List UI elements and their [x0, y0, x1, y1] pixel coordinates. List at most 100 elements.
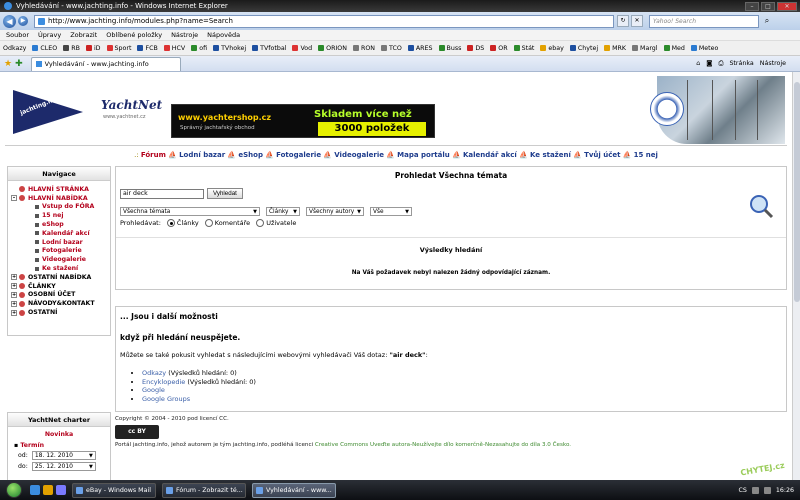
link-item[interactable]: TVhokej	[213, 45, 246, 52]
taskbar-forum[interactable]: Fórum - Zobrazit té...	[162, 482, 246, 498]
topnav-item[interactable]: Ke stažení	[530, 151, 571, 159]
feeds-icon[interactable]: ◙	[706, 60, 712, 67]
link-item[interactable]: Med	[663, 45, 685, 52]
link-item[interactable]: RON	[352, 45, 375, 52]
sidebar-item[interactable]: eShop	[11, 220, 107, 229]
engine-link[interactable]: Google	[142, 386, 165, 394]
taskbar-search[interactable]: Vyhledávání - www...	[252, 482, 336, 498]
topnav-item[interactable]: Kalendář akcí	[463, 151, 517, 159]
menu-favorites[interactable]: Oblíbené položky	[106, 31, 162, 39]
link-item[interactable]: iD	[85, 45, 101, 52]
engine-link[interactable]: Encyklopedie	[142, 378, 185, 386]
address-bar[interactable]: http://www.jachting.info/modules.php?nam…	[34, 14, 614, 28]
link-item[interactable]: Meteo	[690, 45, 718, 52]
taskbar-mail[interactable]: eBay - Windows Mail	[72, 482, 156, 498]
radio-comments[interactable]	[204, 219, 213, 227]
sidebar-item[interactable]: + OSTATNÍ	[11, 308, 107, 317]
search-submit-button[interactable]: Vyhledat	[207, 188, 243, 199]
sidebar-item[interactable]: Videogalerie	[11, 255, 107, 264]
link-item[interactable]: Stát	[513, 45, 534, 52]
topnav-item[interactable]: Videogalerie	[334, 151, 384, 159]
sidebar-item[interactable]: Lodní bazar	[11, 238, 107, 247]
sidebar-item[interactable]: HLAVNÍ STRÁNKA	[11, 185, 107, 194]
topnav-item[interactable]: Mapa portálu	[397, 151, 450, 159]
tools-menu[interactable]: Nástroje	[760, 60, 786, 67]
maximize-button[interactable]: □	[761, 1, 775, 11]
sidebar-item[interactable]: – HLAVNÍ NABÍDKA	[11, 194, 107, 203]
menu-file[interactable]: Soubor	[6, 31, 29, 39]
expand-toggle-icon[interactable]: +	[11, 291, 17, 298]
link-item[interactable]: CLEO	[32, 45, 57, 52]
topnav-item[interactable]: Fórum	[141, 151, 166, 159]
expand-toggle-icon[interactable]: +	[11, 283, 17, 290]
quicklaunch-ie-icon[interactable]	[30, 485, 40, 495]
sidebar-item[interactable]: + NÁVODY&KONTAKT	[11, 299, 107, 308]
page-menu[interactable]: Stránka	[729, 60, 753, 67]
menu-tools[interactable]: Nástroje	[171, 31, 198, 39]
close-button[interactable]: ✕	[777, 1, 797, 11]
back-button[interactable]: ◀	[3, 14, 16, 28]
date-select[interactable]: Vše ▼	[370, 207, 412, 216]
link-item[interactable]: ARES	[407, 45, 433, 52]
topnav-item[interactable]: 15 nej	[634, 151, 658, 159]
quicklaunch-desktop-icon[interactable]	[56, 485, 66, 495]
add-favorite-icon[interactable]: ✚	[15, 59, 23, 69]
topic-select[interactable]: Všechna témata ▼	[120, 207, 260, 216]
site-logo[interactable]: YachtNet	[101, 98, 162, 112]
expand-toggle-icon[interactable]: –	[11, 195, 17, 202]
link-item[interactable]: HCV	[163, 45, 185, 52]
forward-button[interactable]: ▶	[18, 16, 28, 26]
link-item[interactable]: TVfotbal	[252, 45, 286, 52]
engine-link[interactable]: Google Groups	[142, 395, 190, 403]
sidebar-item[interactable]: Fotogalerie	[11, 247, 107, 256]
radio-articles[interactable]	[166, 219, 175, 227]
link-item[interactable]: ebay	[540, 45, 564, 52]
minimize-button[interactable]: –	[745, 1, 759, 11]
sidebar-item[interactable]: Ke stažení	[11, 264, 107, 273]
favorites-star-icon[interactable]: ★	[4, 59, 12, 69]
link-item[interactable]: Sport	[106, 45, 131, 52]
link-item[interactable]: Buss	[438, 45, 461, 52]
search-icon[interactable]: ⌕	[761, 15, 773, 27]
link-item[interactable]: Vod	[292, 45, 312, 52]
sidebar-item[interactable]: 15 nej	[11, 211, 107, 220]
author-select[interactable]: Všechny autory ▼	[306, 207, 364, 216]
link-item[interactable]: RB	[63, 45, 80, 52]
topnav-item[interactable]: Tvůj účet	[584, 151, 620, 159]
scrollbar-thumb[interactable]	[794, 82, 800, 302]
search-query-input[interactable]	[120, 188, 204, 199]
link-item[interactable]: TCO	[381, 45, 402, 52]
tab-search[interactable]: Vyhledávání - www.jachting.info	[30, 56, 181, 71]
sidebar-item[interactable]: Kalendář akcí	[11, 229, 107, 238]
expand-toggle-icon[interactable]: +	[11, 309, 17, 316]
topnav-item[interactable]: eShop	[238, 151, 263, 159]
type-select[interactable]: Články ▼	[266, 207, 300, 216]
menu-help[interactable]: Nápověda	[207, 31, 240, 39]
print-icon[interactable]: ⎙	[718, 60, 723, 68]
topnav-item[interactable]: Lodní bazar	[179, 151, 225, 159]
charter-to-select[interactable]: 25. 12. 2010 ▼	[31, 462, 96, 471]
start-button[interactable]	[6, 482, 22, 498]
charter-from-select[interactable]: 18. 12. 2010 ▼	[31, 451, 96, 460]
sidebar-item[interactable]: + ČLÁNKY	[11, 282, 107, 291]
menu-edit[interactable]: Úpravy	[38, 31, 61, 39]
refresh-icon[interactable]: ↻	[617, 15, 629, 27]
engine-link[interactable]: Odkazy	[142, 369, 166, 377]
cc-license-badge[interactable]: cc BY	[115, 425, 159, 439]
sidebar-item[interactable]: + OSTATNÍ NABÍDKA	[11, 273, 107, 282]
footer-license-link[interactable]: Creative Commons Uveďte autora-Neužívejt…	[315, 442, 571, 448]
quicklaunch-folder-icon[interactable]	[43, 485, 53, 495]
link-item[interactable]: ofi	[191, 45, 207, 52]
link-item[interactable]: Margl	[632, 45, 658, 52]
link-item[interactable]: Chytej	[569, 45, 598, 52]
sidebar-item[interactable]: + OSOBNÍ ÚČET	[11, 291, 107, 300]
link-item[interactable]: ORION	[318, 45, 347, 52]
browser-search-input[interactable]: Yahoo! Search	[649, 14, 759, 28]
link-item[interactable]: FCB	[137, 45, 158, 52]
menu-view[interactable]: Zobrazit	[70, 31, 97, 39]
link-item[interactable]: OR	[490, 45, 508, 52]
ad-banner[interactable]: www.yachtershop.cz Správný jachtařský ob…	[171, 104, 435, 138]
home-icon[interactable]: ⌂	[696, 60, 700, 67]
topnav-item[interactable]: Fotogalerie	[276, 151, 321, 159]
link-item[interactable]: MRK	[604, 45, 626, 52]
